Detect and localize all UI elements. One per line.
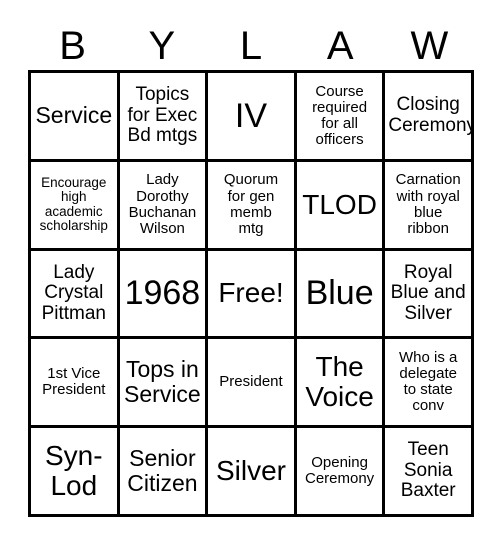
header-letter-b: B	[59, 24, 86, 68]
bingo-cell-text: Silver	[215, 454, 286, 486]
bingo-cell-r2c1[interactable]: Encourage high academic scholarship	[31, 161, 120, 251]
bingo-cell-r1c2[interactable]: Topics for Exec Bd mtgs	[119, 73, 209, 162]
bingo-cell-r1c4[interactable]: Course required for all officers	[296, 73, 386, 162]
bingo-cell-text: The Voice	[305, 351, 374, 413]
bingo-cell-text: Topics for Exec Bd mtgs	[127, 84, 198, 147]
bingo-card: B Y L A W Service Topics for Exec Bd mtg…	[0, 0, 501, 544]
bingo-cell-text: IV	[234, 96, 268, 135]
bingo-cell-text: Carnation with royal blue ribbon	[395, 171, 461, 237]
bingo-cell-r1c1[interactable]: Service	[31, 73, 120, 162]
bingo-cell-r5c5[interactable]: Teen Sonia Baxter	[385, 428, 474, 517]
header-letter-a: A	[326, 24, 354, 68]
bingo-grid: Service Topics for Exec Bd mtgs IV Cours…	[28, 70, 474, 517]
bingo-cell-text: TLOD	[302, 188, 377, 220]
bingo-cell-r2c4[interactable]: TLOD	[296, 161, 386, 251]
header-letter-y: Y	[148, 24, 176, 68]
bingo-cell-text: Quorum for gen memb mtg	[223, 171, 279, 237]
bingo-cell-text: Blue	[305, 274, 374, 313]
bingo-cell-text: Teen Sonia Baxter	[400, 439, 456, 502]
bingo-cell-r4c4[interactable]: The Voice	[296, 339, 386, 429]
bingo-cell-text: Lady Dorothy Buchanan Wilson	[128, 171, 197, 237]
bingo-cell-text: Senior Citizen	[127, 445, 198, 497]
bingo-cell-r5c3[interactable]: Silver	[208, 428, 297, 517]
bingo-cell-r3c2[interactable]: 1968	[119, 250, 209, 340]
bingo-cell-r3c5[interactable]: Royal Blue and Silver	[385, 250, 474, 340]
bingo-cell-r3c4[interactable]: Blue	[296, 250, 386, 340]
bingo-cell-text: Course required for all officers	[312, 82, 368, 149]
bingo-cell-text: Service	[35, 102, 113, 129]
header-letter-l: L	[239, 24, 263, 68]
bingo-cell-r5c2[interactable]: Senior Citizen	[119, 428, 209, 517]
bingo-cell-r2c3[interactable]: Quorum for gen memb mtg	[208, 161, 297, 251]
bingo-cell-r4c1[interactable]: 1st Vice President	[31, 339, 120, 429]
bingo-cell-r4c5[interactable]: Who is a delegate to state conv	[385, 339, 474, 429]
bingo-cell-free-space[interactable]: Free!	[208, 250, 297, 340]
bingo-cell-text: 1968	[124, 274, 201, 313]
bingo-cell-r5c4[interactable]: Opening Ceremony	[296, 428, 386, 517]
bingo-cell-r3c1[interactable]: Lady Crystal Pittman	[31, 250, 120, 340]
header-letter-w: W	[410, 24, 449, 68]
bingo-cell-text: Tops in Service	[124, 356, 201, 408]
bingo-header-letters: B Y L A W	[28, 18, 474, 68]
bingo-cell-text: Free!	[218, 277, 284, 309]
bingo-cell-r4c2[interactable]: Tops in Service	[119, 339, 209, 429]
bingo-cell-r2c5[interactable]: Carnation with royal blue ribbon	[385, 161, 474, 251]
bingo-cell-text: Royal Blue and Silver	[390, 261, 466, 324]
bingo-cell-r5c1[interactable]: Syn- Lod	[31, 428, 120, 517]
bingo-cell-text: Who is a delegate to state conv	[399, 348, 458, 415]
bingo-cell-text: President	[219, 373, 283, 391]
bingo-cell-text: Opening Ceremony	[304, 453, 375, 488]
bingo-cell-r2c2[interactable]: Lady Dorothy Buchanan Wilson	[119, 161, 209, 251]
bingo-cell-r1c3[interactable]: IV	[208, 73, 297, 162]
bingo-cell-text: Syn- Lod	[45, 439, 103, 502]
bingo-cell-text: Lady Crystal Pittman	[41, 261, 106, 324]
bingo-cell-text: Encourage high academic scholarship	[39, 174, 108, 234]
bingo-cell-r1c5[interactable]: Closing Ceremony	[385, 73, 474, 162]
bingo-cell-text: 1st Vice President	[42, 365, 106, 399]
bingo-cell-r4c3[interactable]: President	[208, 339, 297, 429]
bingo-cell-text: Closing Ceremony	[388, 94, 474, 136]
